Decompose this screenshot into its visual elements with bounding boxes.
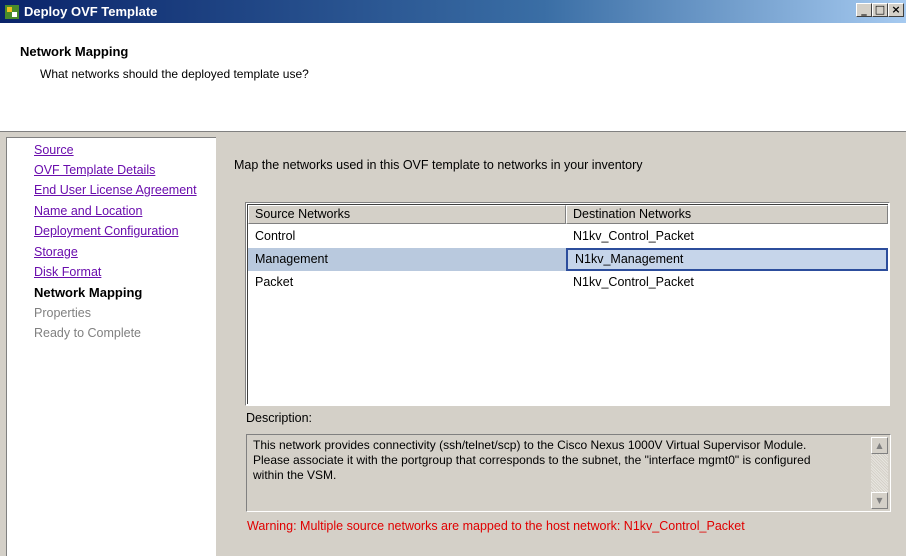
step-deployment-configuration[interactable]: Deployment Configuration: [34, 224, 179, 238]
destination-cell[interactable]: N1kv_Management: [566, 248, 888, 271]
column-header-destination[interactable]: Destination Networks: [566, 205, 888, 224]
step-storage[interactable]: Storage: [34, 245, 78, 259]
description-text: This network provides connectivity (ssh/…: [253, 438, 811, 482]
description-box: This network provides connectivity (ssh/…: [246, 434, 891, 512]
step-ovf-template-details[interactable]: OVF Template Details: [34, 163, 155, 177]
step-eula[interactable]: End User License Agreement: [34, 183, 197, 197]
destination-cell[interactable]: N1kv_Control_Packet: [566, 271, 888, 294]
step-properties: Properties: [34, 306, 91, 320]
wizard-header: Network Mapping What networks should the…: [0, 23, 906, 132]
ovf-deploy-icon: [5, 4, 19, 19]
minimize-button[interactable]: _: [856, 3, 872, 17]
title-bar: Deploy OVF Template _ □ ×: [0, 0, 906, 23]
step-disk-format[interactable]: Disk Format: [34, 265, 101, 279]
destination-cell[interactable]: N1kv_Control_Packet: [566, 225, 888, 248]
scroll-down-button[interactable]: ▼: [871, 492, 888, 509]
intro-text: Map the networks used in this OVF templa…: [234, 158, 643, 172]
main-content: Map the networks used in this OVF templa…: [216, 137, 906, 556]
window-title: Deploy OVF Template: [24, 4, 158, 19]
page-title: Network Mapping: [20, 44, 129, 59]
page-subtitle: What networks should the deployed templa…: [40, 67, 309, 81]
column-header-source[interactable]: Source Networks: [248, 205, 566, 224]
table-body: Source Networks Destination Networks Con…: [247, 204, 888, 404]
description-scrollbar[interactable]: ▲ ▼: [871, 437, 888, 509]
step-ready-to-complete: Ready to Complete: [34, 326, 142, 340]
table-row[interactable]: Control N1kv_Control_Packet: [248, 225, 888, 248]
window-controls: _ □ ×: [856, 3, 904, 17]
step-network-mapping: Network Mapping: [34, 285, 143, 300]
table-row[interactable]: Management N1kv_Management: [248, 248, 888, 271]
table-header: Source Networks Destination Networks: [248, 205, 888, 224]
warning-message: Warning: Multiple source networks are ma…: [247, 519, 745, 533]
wizard-steps-sidebar: Source OVF Template Details End User Lic…: [6, 137, 216, 556]
source-cell: Packet: [255, 275, 294, 289]
table-row[interactable]: Packet N1kv_Control_Packet: [248, 271, 888, 294]
close-button[interactable]: ×: [888, 3, 904, 17]
step-source[interactable]: Source: [34, 143, 74, 157]
network-mapping-table[interactable]: Source Networks Destination Networks Con…: [245, 202, 890, 406]
maximize-button[interactable]: □: [872, 3, 888, 17]
source-cell: Management: [255, 252, 328, 266]
description-label: Description:: [246, 411, 312, 425]
step-name-and-location[interactable]: Name and Location: [34, 204, 142, 218]
scroll-up-button[interactable]: ▲: [871, 437, 888, 454]
source-cell: Control: [255, 229, 296, 243]
